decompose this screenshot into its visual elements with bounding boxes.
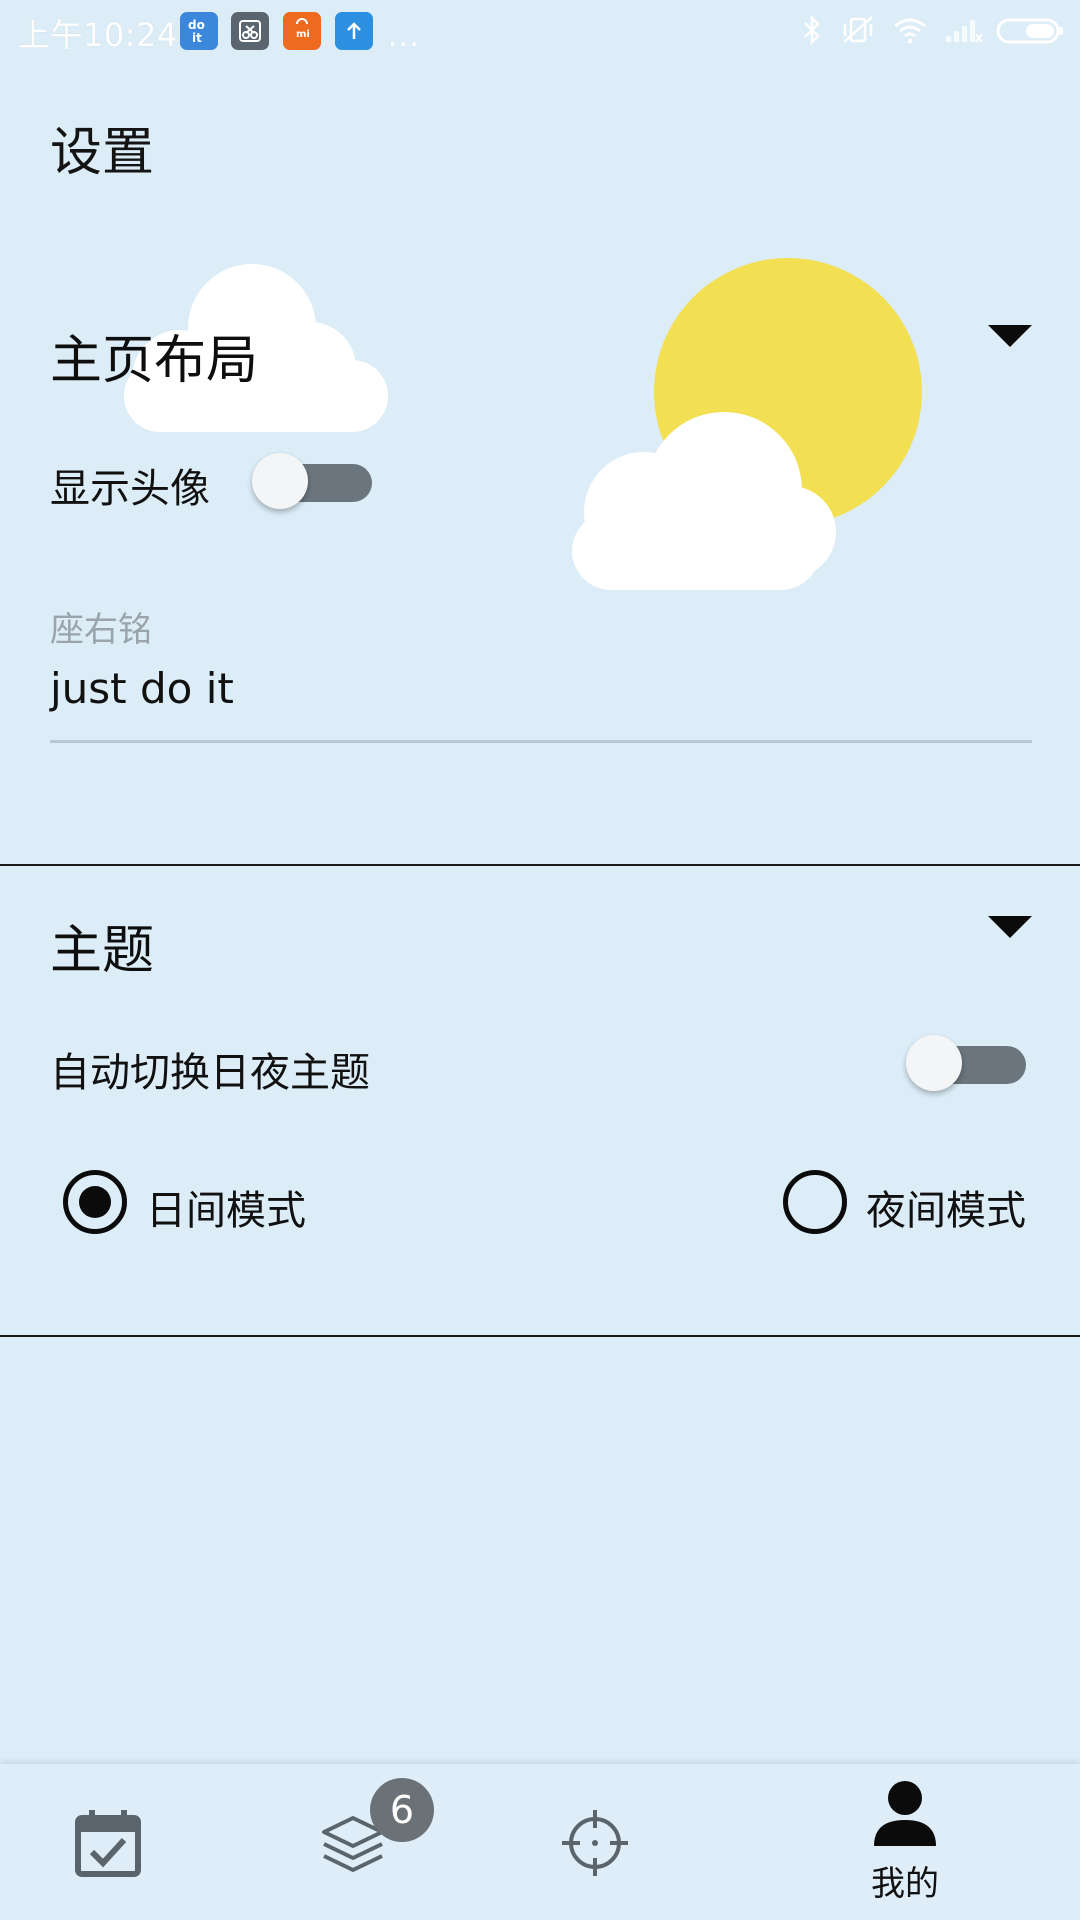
person-icon	[874, 1781, 936, 1846]
section-divider	[0, 1335, 1080, 1337]
overflow-indicator: ...	[388, 20, 421, 53]
theme-expand-caret[interactable]	[988, 916, 1032, 938]
nav-tab-layers[interactable]: 6	[310, 1764, 450, 1920]
bluetooth-icon	[800, 14, 824, 46]
motto-input-underline	[50, 740, 1032, 743]
doit-app-icon: do it	[180, 12, 218, 50]
theme-title: 主题	[50, 921, 155, 981]
wifi-icon	[892, 16, 928, 44]
status-time: 上午10:24	[18, 16, 178, 54]
status-bar: 上午10:24 do it mi ...	[0, 0, 1080, 60]
radio-selected-dot	[79, 1186, 111, 1218]
home-layout-title: 主页布局	[50, 331, 259, 391]
page-title: 设置	[50, 123, 155, 183]
sun-cloud-illustration	[572, 258, 922, 590]
scissors-app-icon	[231, 12, 269, 50]
nav-tab-locate[interactable]	[550, 1764, 650, 1920]
battery-icon	[996, 16, 1066, 46]
nav-tab-calendar[interactable]	[60, 1764, 160, 1920]
show-avatar-toggle[interactable]	[252, 450, 372, 510]
crosshair-icon	[562, 1810, 628, 1876]
night-mode-label[interactable]: 夜间模式	[866, 1178, 1026, 1236]
motto-field-label: 座右铭	[50, 610, 152, 650]
upload-icon	[335, 12, 373, 50]
svg-text:mi: mi	[296, 29, 310, 40]
section-divider	[0, 864, 1080, 866]
day-mode-label[interactable]: 日间模式	[146, 1178, 306, 1236]
auto-switch-label: 自动切换日夜主题	[50, 1050, 370, 1096]
motto-input[interactable]: just do it	[50, 664, 234, 713]
layers-badge: 6	[370, 1778, 434, 1842]
svg-text:it: it	[192, 31, 202, 45]
vibrate-off-icon	[840, 14, 876, 46]
night-mode-radio[interactable]	[783, 1170, 847, 1234]
nav-label-me: 我的	[871, 1864, 939, 1904]
nav-tab-me[interactable]: 我的	[850, 1764, 960, 1920]
show-avatar-label: 显示头像	[50, 466, 210, 512]
home-layout-expand-caret[interactable]	[988, 325, 1032, 347]
auto-switch-toggle[interactable]	[906, 1032, 1026, 1092]
day-mode-radio[interactable]	[63, 1170, 127, 1234]
toggle-knob	[906, 1035, 962, 1091]
signal-icon	[944, 16, 984, 44]
svg-text:do: do	[188, 18, 205, 32]
calendar-check-icon	[75, 1810, 141, 1877]
toggle-knob	[252, 453, 308, 509]
mi-store-icon: mi	[283, 12, 321, 50]
bottom-navigation: 6 我的	[0, 1764, 1080, 1920]
